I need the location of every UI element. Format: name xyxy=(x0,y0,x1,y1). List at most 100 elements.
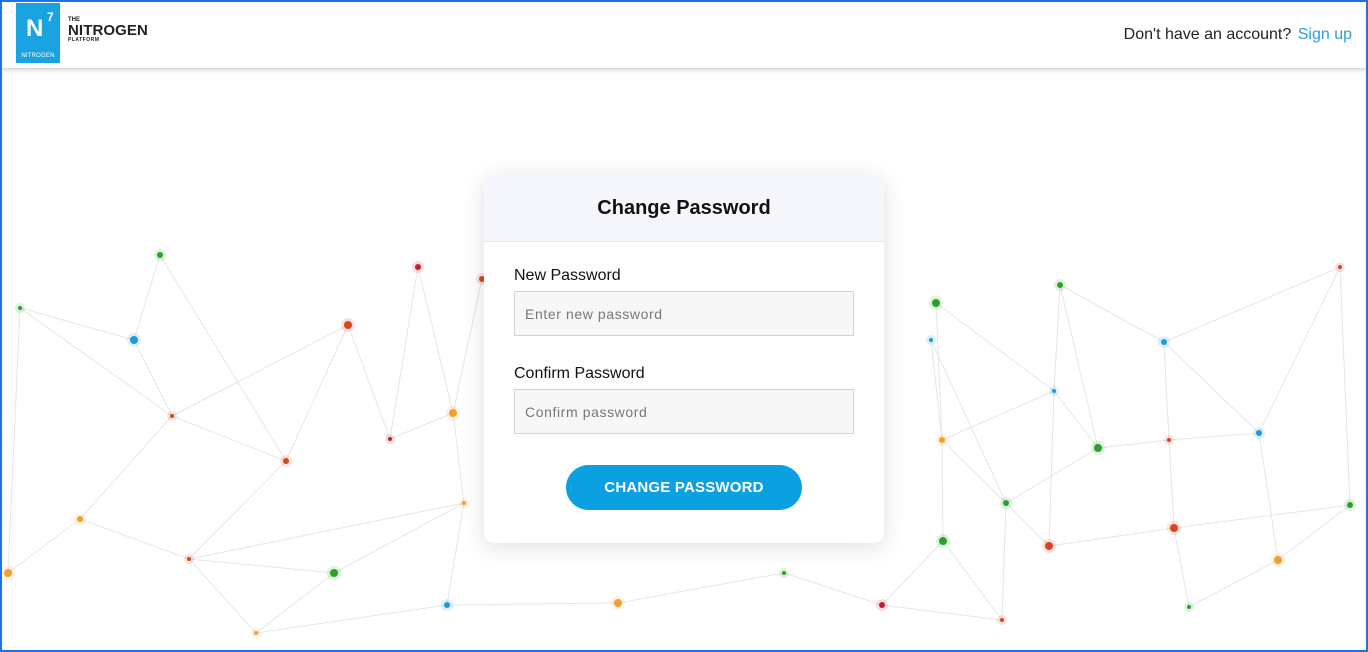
network-node xyxy=(1256,430,1262,436)
logo-name: NITROGEN xyxy=(68,22,148,39)
logo-small-label: NITROGEN xyxy=(21,53,55,59)
network-link xyxy=(930,339,943,441)
network-link xyxy=(941,390,1055,441)
signup-link[interactable]: Sign up xyxy=(1298,26,1352,43)
page-frame: N 7 NITROGEN THE NITROGEN PLATFORM Don't… xyxy=(0,0,1368,652)
network-link xyxy=(941,439,944,542)
network-link xyxy=(1059,284,1165,343)
network-link xyxy=(942,540,1003,621)
network-node xyxy=(1000,618,1004,622)
network-link xyxy=(347,324,391,440)
network-link xyxy=(1005,502,1050,547)
network-node xyxy=(4,569,12,577)
network-link xyxy=(389,266,419,440)
network-link xyxy=(1097,439,1170,449)
logo-icon: N 7 NITROGEN xyxy=(16,3,60,63)
network-link xyxy=(188,558,257,634)
network-link xyxy=(446,602,619,606)
network-link xyxy=(452,412,465,504)
network-link xyxy=(452,278,483,414)
network-node xyxy=(1003,500,1009,506)
logo-letter: N xyxy=(26,15,44,42)
network-link xyxy=(935,302,943,441)
network-link xyxy=(171,415,287,462)
network-node xyxy=(1057,282,1063,288)
new-password-label: New Password xyxy=(514,267,621,284)
network-link xyxy=(159,254,287,462)
network-node xyxy=(1094,444,1102,452)
network-link xyxy=(389,412,454,440)
network-link xyxy=(881,540,944,606)
network-link xyxy=(133,339,173,417)
signup-area: Don't have an account? Sign up xyxy=(1124,26,1352,44)
network-link xyxy=(446,502,465,606)
network-link xyxy=(7,307,21,574)
network-node xyxy=(254,631,258,635)
top-navigation-bar: N 7 NITROGEN THE NITROGEN PLATFORM Don't… xyxy=(2,2,1366,69)
network-link xyxy=(1339,266,1351,506)
network-link xyxy=(1258,432,1279,561)
network-link xyxy=(1001,502,1007,621)
network-link xyxy=(188,502,465,560)
network-node xyxy=(879,602,885,608)
network-link xyxy=(79,415,173,520)
network-link xyxy=(783,572,883,606)
network-node xyxy=(1274,556,1282,564)
network-node xyxy=(344,321,352,329)
network-link xyxy=(1173,527,1190,608)
logo-wordmark: THE NITROGEN PLATFORM xyxy=(68,17,148,43)
network-link xyxy=(1168,439,1175,529)
network-node xyxy=(462,501,466,505)
network-node xyxy=(1167,438,1171,442)
network-link xyxy=(255,572,335,634)
network-link xyxy=(255,604,448,634)
network-node xyxy=(1045,542,1053,550)
network-node xyxy=(449,409,457,417)
network-link xyxy=(171,324,349,417)
network-link xyxy=(7,518,81,574)
network-link xyxy=(79,518,190,560)
confirm-password-label: Confirm Password xyxy=(514,365,645,382)
signup-prompt: Don't have an account? xyxy=(1123,26,1292,43)
network-node xyxy=(170,414,174,418)
change-password-card: Change Password New Password Confirm Pas… xyxy=(484,175,884,543)
network-node xyxy=(1052,389,1056,393)
confirm-password-input[interactable] xyxy=(514,389,854,434)
network-node xyxy=(18,306,22,310)
network-node xyxy=(1187,605,1191,609)
network-link xyxy=(188,558,335,574)
network-link xyxy=(19,307,135,341)
network-node xyxy=(939,437,945,443)
network-link xyxy=(133,254,161,341)
network-link xyxy=(1048,390,1055,547)
new-password-input[interactable] xyxy=(514,291,854,336)
network-link xyxy=(1163,341,1170,441)
network-node xyxy=(187,557,191,561)
network-link xyxy=(941,439,1007,504)
network-node xyxy=(130,336,138,344)
network-node xyxy=(1170,524,1178,532)
change-password-button[interactable]: CHANGE PASSWORD xyxy=(566,465,802,510)
network-link xyxy=(1163,266,1341,343)
network-node xyxy=(1338,265,1342,269)
nitrogen-logo[interactable]: N 7 NITROGEN THE NITROGEN PLATFORM xyxy=(16,3,148,63)
network-link xyxy=(417,266,454,414)
network-node xyxy=(77,516,83,522)
network-node xyxy=(939,537,947,545)
network-node xyxy=(157,252,163,258)
network-link xyxy=(1168,432,1260,441)
network-link xyxy=(1163,341,1260,434)
network-node xyxy=(330,569,338,577)
network-link xyxy=(1048,527,1175,547)
network-node xyxy=(388,437,392,441)
network-node xyxy=(614,599,622,607)
network-node xyxy=(283,458,289,464)
network-link xyxy=(188,460,287,560)
network-link xyxy=(617,572,785,604)
network-node xyxy=(1347,502,1353,508)
network-node xyxy=(782,571,786,575)
network-link xyxy=(285,324,349,462)
network-link xyxy=(1188,559,1279,608)
network-link xyxy=(333,502,465,574)
logo-superscript: 7 xyxy=(47,10,54,24)
